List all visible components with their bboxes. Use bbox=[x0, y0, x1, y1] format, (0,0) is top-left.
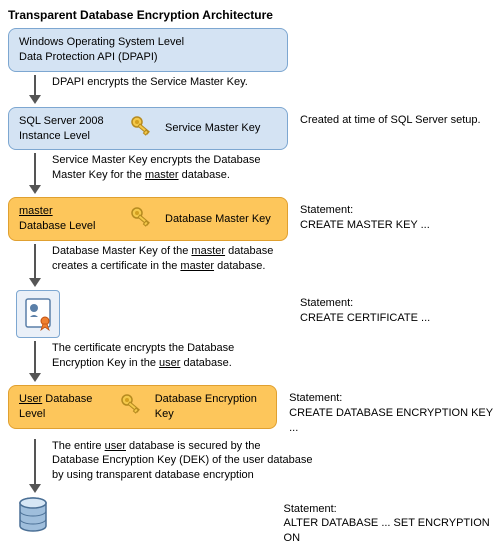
stmt5-label: Statement: bbox=[289, 391, 496, 406]
arrow3-line1: Database Master Key of the master databa… bbox=[52, 244, 273, 259]
key-icon bbox=[129, 205, 155, 234]
stmt6-label: Statement: bbox=[284, 502, 496, 517]
os-level-line1: Windows Operating System Level bbox=[19, 35, 184, 50]
certificate-icon bbox=[16, 290, 60, 338]
arrow2-line1: Service Master Key encrypts the Database bbox=[52, 153, 260, 168]
instance-line2: Instance Level bbox=[19, 129, 119, 144]
arrow-icon bbox=[28, 75, 42, 104]
arrow5-line3: by using transparent database encryption bbox=[52, 468, 312, 483]
arrow3-line2: creates a certificate in the master data… bbox=[52, 259, 273, 274]
instance-side-text: Created at time of SQL Server setup. bbox=[300, 107, 481, 128]
user-db-line1: User Database bbox=[19, 392, 109, 407]
arrow-icon bbox=[28, 244, 42, 287]
arrow-icon bbox=[28, 341, 42, 382]
db-master-key-label: Database Master Key bbox=[165, 212, 271, 227]
arrow4-line2: Encryption Key in the user database. bbox=[52, 356, 234, 371]
stmt3-label: Statement: bbox=[300, 203, 430, 218]
stmt4-label: Statement: bbox=[300, 296, 430, 311]
arrow-icon bbox=[28, 153, 42, 194]
arrow2-line2: Master Key for the master database. bbox=[52, 168, 260, 183]
stmt4-text: CREATE CERTIFICATE ... bbox=[300, 311, 430, 326]
os-level-box: Windows Operating System Level Data Prot… bbox=[8, 28, 288, 72]
os-level-line2: Data Protection API (DPAPI) bbox=[19, 50, 184, 65]
user-db-box: User Database Level Database Encryption … bbox=[8, 385, 277, 429]
stmt6-text: ALTER DATABASE ... SET ENCRYPTION ON bbox=[284, 516, 496, 546]
database-icon bbox=[16, 496, 50, 537]
instance-level-box: SQL Server 2008 Instance Level Service M… bbox=[8, 107, 288, 151]
stmt5-text: CREATE DATABASE ENCRYPTION KEY ... bbox=[289, 406, 496, 436]
db-encryption-key-label: Database Encryption Key bbox=[155, 392, 266, 422]
arrow5-line1: The entire user database is secured by t… bbox=[52, 439, 312, 454]
arrow1-text: DPAPI encrypts the Service Master Key. bbox=[52, 75, 248, 90]
master-db-box: master Database Level Database Master Ke… bbox=[8, 197, 288, 241]
key-icon bbox=[119, 392, 145, 421]
stmt3-text: CREATE MASTER KEY ... bbox=[300, 218, 430, 233]
master-db-line2: Database Level bbox=[19, 219, 119, 234]
diagram-title: Transparent Database Encryption Architec… bbox=[8, 8, 496, 22]
key-icon bbox=[129, 114, 155, 143]
arrow5-line2: Database Encryption Key (DEK) of the use… bbox=[52, 453, 312, 468]
user-db-line2: Level bbox=[19, 407, 109, 422]
service-master-key-label: Service Master Key bbox=[165, 121, 260, 136]
arrow4-line1: The certificate encrypts the Database bbox=[52, 341, 234, 356]
arrow-icon bbox=[28, 439, 42, 493]
master-db-line1: master bbox=[19, 204, 119, 219]
instance-line1: SQL Server 2008 bbox=[19, 114, 119, 129]
